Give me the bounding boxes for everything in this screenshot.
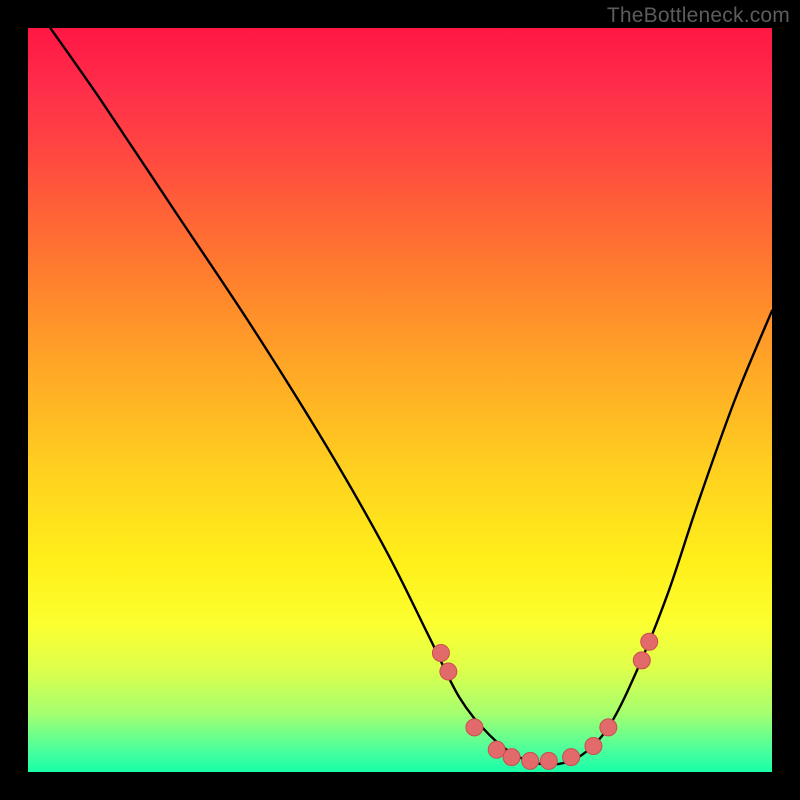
- marker-dot: [432, 644, 449, 661]
- marker-dot: [600, 719, 617, 736]
- bottleneck-curve: [50, 28, 772, 765]
- marker-dot: [503, 749, 520, 766]
- marker-dot: [488, 741, 505, 758]
- watermark-text: TheBottleneck.com: [607, 4, 790, 28]
- marker-dot: [563, 749, 580, 766]
- chart-frame: TheBottleneck.com: [0, 0, 800, 800]
- highlight-markers: [432, 633, 657, 769]
- marker-dot: [633, 652, 650, 669]
- marker-dot: [540, 752, 557, 769]
- marker-dot: [585, 737, 602, 754]
- marker-dot: [440, 663, 457, 680]
- marker-dot: [466, 719, 483, 736]
- plot-area: [28, 28, 772, 772]
- marker-dot: [522, 752, 539, 769]
- curve-svg: [28, 28, 772, 772]
- marker-dot: [641, 633, 658, 650]
